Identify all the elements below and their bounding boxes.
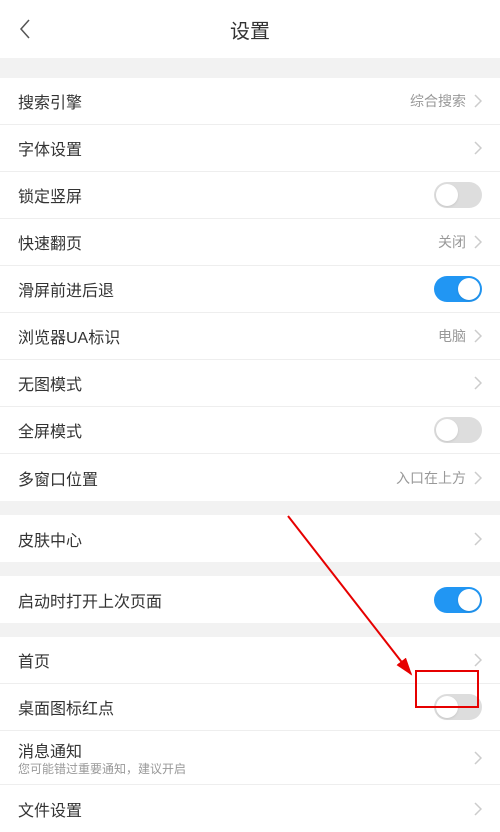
- row-font-settings[interactable]: 字体设置: [0, 125, 500, 172]
- row-label: 文件设置: [18, 797, 82, 821]
- row-value: 关闭: [438, 232, 466, 252]
- page-title: 设置: [0, 15, 500, 44]
- row-label: 快速翻页: [18, 230, 82, 254]
- row-label: 搜索引擎: [18, 89, 82, 113]
- row-skin-center[interactable]: 皮肤中心: [0, 515, 500, 562]
- toggle-desktop-badge[interactable]: [434, 694, 482, 720]
- row-file-settings[interactable]: 文件设置: [0, 785, 500, 832]
- chevron-right-icon: [474, 235, 482, 249]
- row-multiwindow[interactable]: 多窗口位置 入口在上方: [0, 454, 500, 501]
- row-label: 首页: [18, 648, 50, 672]
- chevron-right-icon: [474, 94, 482, 108]
- row-label: 无图模式: [18, 371, 82, 395]
- row-label: 滑屏前进后退: [18, 277, 114, 301]
- row-ua[interactable]: 浏览器UA标识 电脑: [0, 313, 500, 360]
- toggle-fullscreen[interactable]: [434, 417, 482, 443]
- row-lock-portrait: 锁定竖屏: [0, 172, 500, 219]
- row-desktop-badge: 桌面图标红点: [0, 684, 500, 731]
- chevron-right-icon: [474, 329, 482, 343]
- row-label: 桌面图标红点: [18, 695, 114, 719]
- row-value: 综合搜索: [410, 91, 466, 111]
- chevron-right-icon: [474, 751, 482, 765]
- row-label: 多窗口位置: [18, 466, 98, 490]
- toggle-swipe-nav[interactable]: [434, 276, 482, 302]
- row-label: 字体设置: [18, 136, 82, 160]
- chevron-right-icon: [474, 376, 482, 390]
- row-fast-paging[interactable]: 快速翻页 关闭: [0, 219, 500, 266]
- settings-group: 搜索引擎 综合搜索 字体设置 锁定竖屏 快速翻页 关闭 滑屏前进后退 浏览器UA…: [0, 78, 500, 501]
- row-sublabel: 您可能错过重要通知，建议开启: [18, 762, 186, 778]
- settings-group: 启动时打开上次页面: [0, 576, 500, 623]
- row-label: 锁定竖屏: [18, 183, 82, 207]
- row-value: 电脑: [438, 326, 466, 346]
- chevron-left-icon: [18, 18, 32, 40]
- chevron-right-icon: [474, 802, 482, 816]
- row-label: 启动时打开上次页面: [18, 588, 162, 612]
- chevron-right-icon: [474, 471, 482, 485]
- row-homepage[interactable]: 首页: [0, 637, 500, 684]
- row-label: 全屏模式: [18, 418, 82, 442]
- row-label: 浏览器UA标识: [18, 324, 120, 348]
- chevron-right-icon: [474, 141, 482, 155]
- row-notifications[interactable]: 消息通知 您可能错过重要通知，建议开启: [0, 731, 500, 785]
- chevron-right-icon: [474, 532, 482, 546]
- chevron-right-icon: [474, 653, 482, 667]
- header: 设置: [0, 0, 500, 58]
- row-search-engine[interactable]: 搜索引擎 综合搜索: [0, 78, 500, 125]
- row-no-image[interactable]: 无图模式: [0, 360, 500, 407]
- row-label: 消息通知: [18, 738, 186, 762]
- row-swipe-nav: 滑屏前进后退: [0, 266, 500, 313]
- back-button[interactable]: [0, 0, 50, 58]
- row-restore-last: 启动时打开上次页面: [0, 576, 500, 623]
- row-fullscreen: 全屏模式: [0, 407, 500, 454]
- toggle-restore-last[interactable]: [434, 587, 482, 613]
- row-value: 入口在上方: [396, 468, 466, 488]
- settings-group: 皮肤中心: [0, 515, 500, 562]
- toggle-lock-portrait[interactable]: [434, 182, 482, 208]
- settings-group: 首页 桌面图标红点 消息通知 您可能错过重要通知，建议开启 文件设置: [0, 637, 500, 832]
- row-label: 皮肤中心: [18, 527, 82, 551]
